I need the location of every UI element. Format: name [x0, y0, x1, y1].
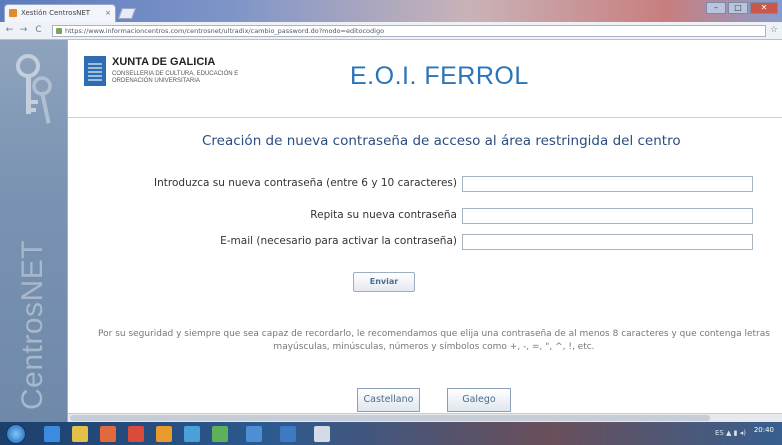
url-text: https://www.informacioncentros.com/centr…	[65, 27, 385, 35]
forward-arrow-icon[interactable]: →	[18, 25, 29, 36]
reload-icon[interactable]: C	[33, 25, 44, 36]
tab-close-icon[interactable]: ×	[105, 5, 111, 21]
new-tab-button[interactable]	[117, 8, 137, 19]
language-button-castellano[interactable]: Castellano	[357, 388, 420, 412]
page-title: E.O.I. FERROL	[350, 62, 529, 90]
repeat-password-row: Repita su nueva contraseña	[100, 208, 770, 224]
password-row: Introduzca su nueva contraseña (entre 6 …	[100, 176, 770, 192]
repeat-password-label: Repita su nueva contraseña	[310, 209, 457, 221]
password-input[interactable]	[462, 176, 753, 192]
email-label: E-mail (necesario para activar la contra…	[220, 235, 457, 247]
form-heading: Creación de nueva contraseña de acceso a…	[202, 133, 681, 149]
app-icon[interactable]	[156, 426, 172, 442]
page-content: CentrosNET XUNTA DE GALICIA CONSELLERIA …	[0, 40, 782, 422]
minimize-button[interactable]: –	[706, 2, 726, 14]
system-tray[interactable]: ES ▲ ▮ ◂)	[715, 429, 746, 437]
keys-icon	[16, 54, 52, 124]
address-bar[interactable]: https://www.informacioncentros.com/centr…	[52, 25, 766, 37]
sidebar-brand: CentrosNET	[16, 239, 49, 410]
page-header: XUNTA DE GALICIA CONSELLERIA DE CULTURA,…	[68, 40, 782, 118]
browser-titlebar: Xestión CentrosNET × – □ ✕	[0, 0, 782, 22]
browser-tab[interactable]: Xestión CentrosNET ×	[4, 4, 116, 22]
tab-title: Xestión CentrosNET	[21, 9, 91, 17]
ie-icon[interactable]	[44, 426, 60, 442]
app-icon[interactable]	[212, 426, 228, 442]
security-advice: Por su seguridad y siempre que sea capaz…	[98, 329, 770, 352]
maximize-button[interactable]: □	[728, 2, 748, 14]
lock-icon	[56, 28, 62, 34]
app-icon[interactable]	[246, 426, 262, 442]
back-arrow-icon[interactable]: ←	[4, 25, 15, 36]
window-controls: – □ ✕	[706, 2, 778, 14]
email-input[interactable]	[462, 234, 753, 250]
close-window-button[interactable]: ✕	[750, 2, 778, 14]
app-icon[interactable]	[314, 426, 330, 442]
clock[interactable]: 20:40	[754, 426, 774, 434]
xunta-logo-icon	[84, 56, 106, 86]
org-name: XUNTA DE GALICIA	[112, 56, 216, 68]
taskbar: ES ▲ ▮ ◂) 20:40	[0, 422, 782, 445]
sidebar: CentrosNET	[0, 40, 68, 422]
repeat-password-input[interactable]	[462, 208, 753, 224]
password-label: Introduzca su nueva contraseña (entre 6 …	[154, 177, 457, 189]
start-button[interactable]	[6, 424, 26, 444]
favicon-icon	[9, 9, 17, 17]
email-row: E-mail (necesario para activar la contra…	[100, 234, 770, 250]
scrollbar-thumb[interactable]	[70, 415, 710, 421]
app-icon[interactable]	[280, 426, 296, 442]
org-subtitle: CONSELLERIA DE CULTURA, EDUCACIÓN E ORDE…	[112, 71, 239, 84]
folder-icon[interactable]	[72, 426, 88, 442]
media-player-icon[interactable]	[100, 426, 116, 442]
app-icon[interactable]	[128, 426, 144, 442]
submit-button[interactable]: Enviar	[353, 272, 415, 292]
app-icon[interactable]	[184, 426, 200, 442]
bookmark-star-icon[interactable]: ☆	[770, 25, 778, 36]
language-button-galego[interactable]: Galego	[447, 388, 511, 412]
browser-toolbar: ← → C https://www.informacioncentros.com…	[0, 22, 782, 40]
horizontal-scrollbar[interactable]	[68, 413, 782, 422]
